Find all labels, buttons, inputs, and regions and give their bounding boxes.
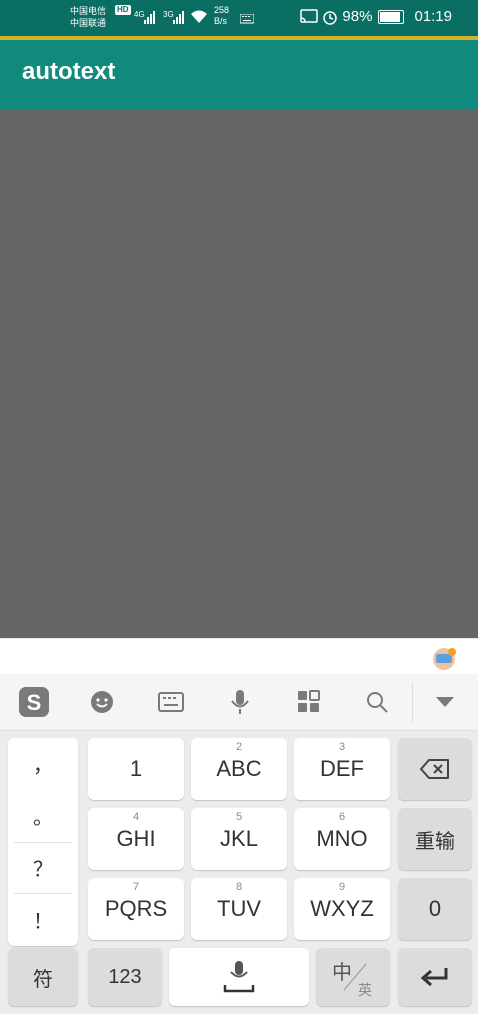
language-switch-key[interactable]: 中 英 (316, 948, 390, 1006)
number-key[interactable]: 123 (88, 948, 162, 1006)
key-6-label: MNO (316, 826, 368, 851)
space-key[interactable] (169, 948, 309, 1006)
key-0[interactable]: 0 (398, 878, 472, 940)
punct-exclaim[interactable]: ！ (8, 894, 78, 944)
key-7-number: 7 (132, 881, 140, 893)
key-2-number: 2 (235, 741, 243, 753)
signal-icon-2 (173, 11, 184, 24)
key-6-number: 6 (338, 811, 346, 823)
key-9-label: WXYZ (310, 896, 374, 921)
key-1[interactable]: 1 (88, 738, 184, 800)
key-6-mno[interactable]: 6 MNO (294, 808, 390, 870)
key-8-tuv[interactable]: 8 TUV (191, 878, 287, 940)
key-7-pqrs[interactable]: 7 PQRS (88, 878, 184, 940)
key-5-number: 5 (235, 811, 243, 823)
search-icon[interactable] (363, 688, 391, 716)
key-3-number: 3 (338, 741, 346, 753)
key-9-wxyz[interactable]: 9 WXYZ (294, 878, 390, 940)
skin-theme-icon[interactable] (432, 647, 458, 671)
hd-badge: HD (115, 5, 131, 15)
number-label: 123 (108, 965, 142, 988)
ime-keyboard: S ， 。 ？ ！ 1 2 ABC 3 DEF 4 GHI 5 JKL 6 MN… (0, 674, 478, 1014)
carrier-2: 中国联通 (70, 18, 107, 28)
signal-icon-1 (144, 11, 155, 24)
cast-icon (300, 8, 319, 23)
svg-text:S: S (27, 690, 42, 715)
network-speed: 258 B/s (214, 5, 229, 27)
punct-comma[interactable]: ， (8, 738, 78, 788)
key-3-label: DEF (320, 756, 364, 781)
punctuation-list: ， 。 ？ ！ (8, 738, 78, 946)
microphone-icon[interactable] (226, 688, 254, 716)
carrier-info: 中国电信 中国联通 (70, 5, 106, 29)
key-1-label: 1 (129, 756, 143, 781)
space-voice-icon (223, 961, 255, 993)
key-9-number: 9 (338, 881, 346, 893)
backspace-icon (420, 759, 449, 779)
punct-period[interactable]: 。 (8, 790, 78, 840)
key-7-label: PQRS (104, 896, 168, 921)
key-8-label: TUV (217, 896, 261, 921)
clipboard-grid-icon[interactable] (295, 688, 323, 716)
app-title: autotext (22, 58, 116, 85)
key-2-label: ABC (216, 756, 262, 781)
lang-english-label: 英 (358, 982, 372, 998)
keyboard-notification-icon (240, 14, 254, 24)
status-right: 98% 01:19 (300, 8, 452, 25)
battery-percent: 98% (342, 8, 373, 25)
key-5-label: JKL (220, 826, 258, 851)
enter-key[interactable] (398, 948, 472, 1006)
candidate-bar (0, 638, 478, 675)
main-content (0, 110, 478, 638)
carrier-1: 中国电信 (70, 6, 107, 16)
keyboard-icon[interactable] (157, 688, 185, 716)
reenter-key[interactable]: 重输 (398, 808, 472, 870)
key-4-number: 4 (132, 811, 140, 823)
sogou-logo-icon[interactable]: S (18, 686, 50, 718)
alarm-icon (323, 10, 338, 25)
backspace-key[interactable] (398, 738, 472, 800)
key-4-ghi[interactable]: 4 GHI (88, 808, 184, 870)
key-2-abc[interactable]: 2 ABC (191, 738, 287, 800)
speed-value: 258 (214, 5, 230, 15)
key-8-number: 8 (235, 881, 243, 893)
clock: 01:19 (414, 8, 452, 25)
reenter-label: 重输 (415, 830, 455, 853)
wifi-icon (191, 10, 207, 23)
speed-unit: B/s (214, 16, 228, 26)
battery-icon (378, 9, 405, 24)
key-5-jkl[interactable]: 5 JKL (191, 808, 287, 870)
key-0-label: 0 (428, 896, 442, 921)
symbol-label: 符 (33, 968, 53, 991)
key-3-def[interactable]: 3 DEF (294, 738, 390, 800)
emoji-icon[interactable] (88, 688, 116, 716)
enter-icon (420, 968, 448, 987)
status-bar: 中国电信 中国联通 HD 4G 3G 258 B/s 98% 01:19 (0, 0, 478, 36)
key-4-label: GHI (116, 826, 156, 851)
collapse-keyboard-icon[interactable] (431, 688, 459, 716)
toolbar-divider (412, 682, 413, 722)
keyboard-toolbar: S (0, 674, 478, 731)
symbol-key[interactable]: 符 (8, 948, 78, 1006)
app-bar: autotext (0, 40, 478, 110)
punct-question[interactable]: ？ (8, 842, 78, 892)
